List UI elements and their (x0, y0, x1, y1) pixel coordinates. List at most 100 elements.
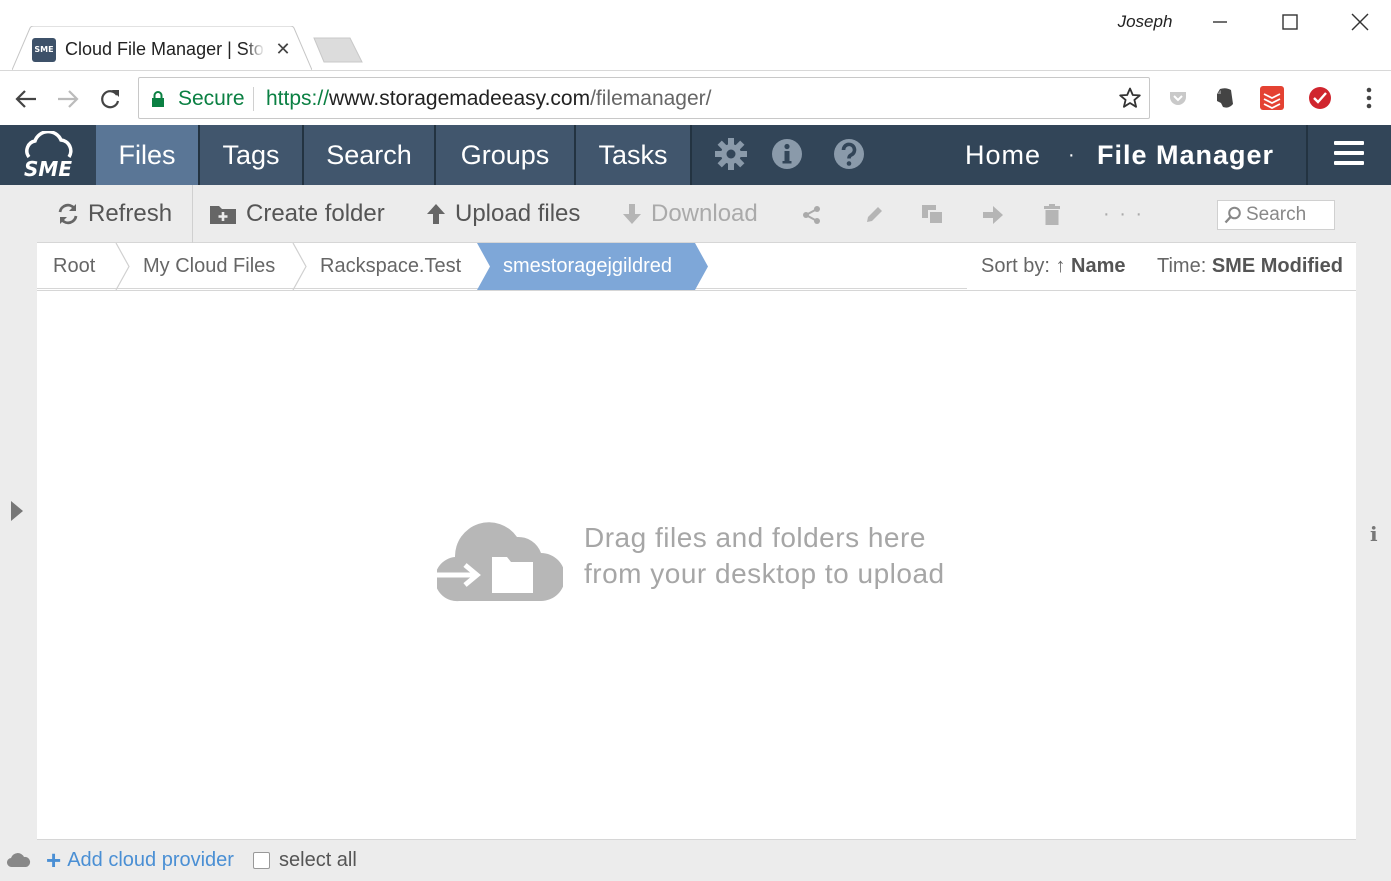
url-host: www.storagemadeeasy.com (329, 87, 591, 110)
download-label: Download (651, 200, 758, 227)
red-circle-check-icon (1309, 87, 1331, 109)
breadcrumb-current-folder[interactable]: smestoragejgildred (503, 243, 672, 290)
delete-button[interactable] (1039, 202, 1065, 228)
nav-tab-files[interactable]: Files (96, 125, 200, 185)
breadcrumb-chevron-icon (292, 243, 307, 290)
nav-tab-groups[interactable]: Groups (436, 125, 576, 185)
address-bar[interactable]: Secure https://www.storagemadeeasy.com/f… (138, 77, 1150, 119)
evernote-extension-icon[interactable] (1212, 85, 1238, 111)
breadcrumb-chevron-icon (115, 243, 130, 290)
download-button[interactable]: Download (622, 185, 758, 243)
settings-gear-icon[interactable] (714, 137, 748, 171)
breadcrumb-item-root[interactable]: Root (53, 243, 95, 290)
sort-by-control[interactable]: Sort by: ↑ Name (981, 243, 1126, 290)
back-button[interactable] (10, 83, 42, 115)
time-mode-control[interactable]: Time: SME Modified (1157, 243, 1343, 290)
more-actions-label: · · · (1103, 202, 1145, 225)
nav-tab-tags[interactable]: Tags (200, 125, 304, 185)
nav-tab-tasks[interactable]: Tasks (576, 125, 692, 185)
minimize-button[interactable] (1185, 0, 1255, 44)
help-shape (834, 139, 864, 169)
search-icon (1224, 206, 1241, 224)
hamburger-menu-icon[interactable] (1334, 141, 1368, 169)
omnibox-divider (253, 87, 254, 111)
tab-close-icon[interactable]: ✕ (274, 38, 292, 60)
new-tab-button[interactable] (312, 37, 364, 63)
pocket-icon (1170, 92, 1186, 105)
browser-menu-button[interactable] (1356, 85, 1382, 111)
file-search-input[interactable]: Search (1217, 200, 1335, 230)
file-actions-toolbar: Refresh Create folder Upload files Downl… (37, 185, 1356, 243)
refresh-button[interactable]: Refresh (57, 185, 172, 243)
kebab-menu-icon (1366, 87, 1372, 109)
secure-label: Secure (178, 87, 245, 110)
sme-cloud-logo-icon: SME (24, 131, 73, 179)
breadcrumb: Root My Cloud Files Rackspace.Test smest… (37, 243, 1356, 290)
maximize-button[interactable] (1255, 0, 1325, 44)
lock-icon (152, 91, 164, 107)
browser-titlebar: SME Cloud File Manager | Storage Made Ea… (0, 0, 1391, 70)
create-folder-button[interactable]: Create folder (209, 185, 385, 243)
sme-favicon-icon: SME (32, 38, 56, 62)
reload-button[interactable] (94, 83, 126, 115)
help-question-icon[interactable] (832, 137, 866, 171)
info-circle-icon[interactable] (770, 137, 804, 171)
breadcrumb-item-rackspace[interactable]: Rackspace.Test (320, 243, 461, 290)
maximize-icon (1282, 14, 1298, 30)
minimize-icon (1213, 21, 1227, 23)
close-icon (1351, 13, 1369, 31)
rename-button[interactable] (861, 202, 887, 228)
select-all-checkbox[interactable] (253, 852, 270, 869)
tab-title: Cloud File Manager | Storage Made Easy (65, 39, 265, 59)
move-button[interactable] (980, 202, 1006, 228)
logo-text: SME (24, 157, 72, 179)
url-path: /filemanager/ (590, 87, 712, 110)
info-shape (772, 139, 802, 169)
more-actions-button[interactable]: · · · (1103, 185, 1144, 243)
drop-text-line-2: from your desktop to upload (584, 558, 945, 589)
time-label: Time: (1157, 255, 1207, 277)
upload-files-button[interactable]: Upload files (426, 185, 580, 243)
back-arrow-icon (15, 90, 36, 108)
grammar-extension-icon[interactable] (1307, 85, 1333, 111)
app-navbar: SME Files Tags Search Groups Tasks Home … (0, 125, 1391, 185)
page-title: File Manager (1097, 140, 1275, 170)
nav-separator: · (1068, 144, 1075, 166)
forward-button[interactable] (52, 83, 84, 115)
cloud-upload-folder-icon (437, 522, 563, 602)
refresh-label: Refresh (88, 200, 173, 227)
nav-home-link[interactable]: Home (965, 125, 1041, 185)
time-value: SME Modified (1211, 255, 1343, 277)
select-all-label[interactable]: select all (279, 847, 357, 873)
upload-arrow-icon (427, 204, 445, 224)
search-placeholder: Search (1246, 204, 1307, 225)
sme-logo[interactable]: SME (0, 125, 96, 185)
trash-icon (1044, 204, 1060, 225)
bookmark-star-icon[interactable] (1119, 87, 1141, 109)
todoist-extension-icon[interactable] (1259, 85, 1285, 111)
browser-toolbar: Secure https://www.storagemadeeasy.com/f… (0, 70, 1391, 125)
file-drop-zone[interactable]: Drag files and folders here from your de… (37, 290, 1356, 840)
add-cloud-provider-link[interactable]: + Add cloud provider (46, 847, 234, 873)
right-sidebar-collapsed (1356, 185, 1391, 840)
create-folder-label: Create folder (246, 200, 385, 227)
move-arrow-icon (983, 206, 1003, 224)
profile-name[interactable]: Joseph (1110, 10, 1180, 34)
nav-tab-search[interactable]: Search (304, 125, 436, 185)
expand-sidebar-arrow-icon[interactable] (10, 500, 24, 522)
new-folder-icon (210, 206, 236, 224)
todoist-icon (1260, 86, 1284, 110)
breadcrumb-item-my-cloud-files[interactable]: My Cloud Files (143, 243, 275, 290)
reload-icon (101, 90, 120, 109)
copy-button[interactable] (920, 202, 946, 228)
sort-by-value: Name (1071, 255, 1126, 277)
drop-zone-instructions: Drag files and folders here from your de… (584, 520, 945, 592)
url-text[interactable]: https://www.storagemadeeasy.com/filemana… (266, 86, 712, 112)
drop-text-line-1: Drag files and folders here (584, 522, 926, 553)
details-panel-info-icon[interactable]: i (1370, 522, 1378, 546)
copy-icon (922, 205, 944, 225)
close-window-button[interactable] (1325, 0, 1391, 44)
share-button[interactable] (799, 202, 825, 228)
pocket-extension-icon[interactable] (1165, 85, 1191, 111)
forward-arrow-icon (58, 90, 79, 108)
